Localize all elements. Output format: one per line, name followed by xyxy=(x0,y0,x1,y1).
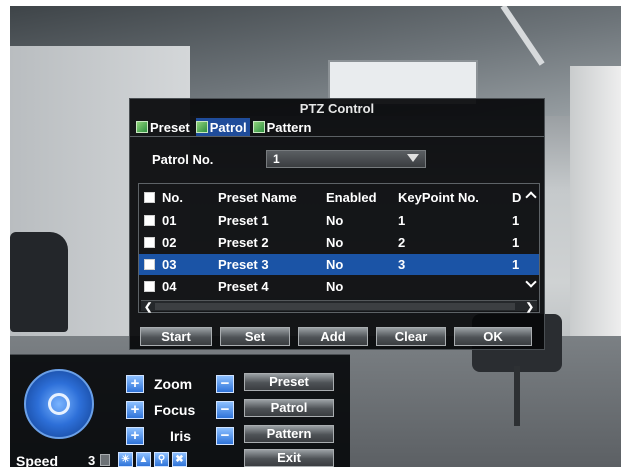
scroll-down-icon[interactable] xyxy=(525,276,537,288)
iris-open-button[interactable]: + xyxy=(126,427,144,445)
zoom-in-button[interactable]: + xyxy=(126,375,144,393)
row-no: 01 xyxy=(162,213,177,228)
row-keypoint: 1 xyxy=(398,213,406,228)
dialog-title: PTZ Control xyxy=(299,101,375,116)
tab-preset-label: Preset xyxy=(150,119,190,135)
exit-button[interactable]: Exit xyxy=(244,449,334,467)
row-no: 03 xyxy=(162,257,177,272)
horizontal-scrollbar[interactable]: ❮ ❯ xyxy=(141,300,537,313)
chair-stand xyxy=(514,366,520,426)
clear-button[interactable]: Clear xyxy=(376,327,446,346)
start-button[interactable]: Start xyxy=(140,327,212,346)
row-keypoint: 3 xyxy=(398,257,406,272)
row-enabled: No xyxy=(326,279,344,294)
speed-value: 3 xyxy=(88,453,96,468)
patrol-no-select[interactable]: 1 xyxy=(266,150,426,168)
table-row[interactable]: 02 Preset 2 No 2 1 xyxy=(139,232,539,253)
patrol-button[interactable]: Patrol xyxy=(244,399,334,417)
patrol-tab-icon xyxy=(195,121,208,133)
chevron-down-icon xyxy=(407,154,419,162)
row-d: 1 xyxy=(512,213,520,228)
scroll-left-icon[interactable]: ❮ xyxy=(144,302,152,313)
speed-spinner[interactable] xyxy=(100,454,110,466)
header-preset-name: Preset Name xyxy=(218,190,297,205)
pattern-tab-icon xyxy=(252,121,265,133)
row-enabled: No xyxy=(326,257,344,272)
header-keypoint: KeyPoint No. xyxy=(398,190,479,205)
chair-left xyxy=(10,232,68,332)
row-no: 04 xyxy=(162,279,177,294)
row-preset-name: Preset 1 xyxy=(218,213,269,228)
zoom-label: Zoom xyxy=(154,376,193,392)
focus-far-button[interactable]: − xyxy=(216,401,234,419)
patrol-no-value: 1 xyxy=(273,152,280,166)
header-no: No. xyxy=(162,190,183,205)
speed-label: Speed xyxy=(16,453,59,469)
light-icon[interactable]: ☀ xyxy=(118,452,133,467)
add-button[interactable]: Add xyxy=(298,327,368,346)
ptz-control-dialog: PTZ Control Preset Patrol Pattern Patrol… xyxy=(129,98,545,350)
direction-joystick[interactable] xyxy=(24,369,94,439)
row-no: 02 xyxy=(162,235,177,250)
row-checkbox[interactable] xyxy=(144,237,155,248)
row-enabled: No xyxy=(326,213,344,228)
row-checkbox[interactable] xyxy=(144,215,155,226)
row-d: 1 xyxy=(512,235,520,250)
row-preset-name: Preset 4 xyxy=(218,279,269,294)
table-row[interactable]: 04 Preset 4 No xyxy=(139,276,539,297)
iris-close-button[interactable]: − xyxy=(216,427,234,445)
dialog-buttons: Start Set Add Clear OK xyxy=(140,327,538,347)
row-preset-name: Preset 3 xyxy=(218,257,269,272)
row-checkbox[interactable] xyxy=(144,259,155,270)
preset-tab-icon xyxy=(136,121,148,133)
zoom-out-button[interactable]: − xyxy=(216,375,234,393)
tab-preset[interactable]: Preset xyxy=(136,118,193,136)
row-d: 1 xyxy=(512,257,520,272)
row-checkbox[interactable] xyxy=(144,281,155,292)
focus-near-button[interactable]: + xyxy=(126,401,144,419)
row-enabled: No xyxy=(326,235,344,250)
wiper-icon[interactable]: ▲ xyxy=(136,452,151,467)
preset-button[interactable]: Preset xyxy=(244,373,334,391)
tab-pattern[interactable]: Pattern xyxy=(252,118,315,136)
tab-pattern-label: Pattern xyxy=(266,119,312,135)
tab-patrol-label: Patrol xyxy=(209,119,247,135)
table-header: No. Preset Name Enabled KeyPoint No. D xyxy=(139,187,539,208)
header-enabled: Enabled xyxy=(326,190,377,205)
patrol-no-label: Patrol No. xyxy=(152,152,214,167)
iris-label: Iris xyxy=(170,428,192,444)
set-button[interactable]: Set xyxy=(220,327,290,346)
refresh-icon xyxy=(48,393,70,415)
tab-bar: Preset Patrol Pattern xyxy=(136,118,314,136)
focus-label: Focus xyxy=(154,402,196,418)
ptz-panel: + Zoom − + Focus − + Iris − Preset Patro… xyxy=(10,354,350,469)
ok-button[interactable]: OK xyxy=(454,327,532,346)
close-icon[interactable]: ✖ xyxy=(172,452,187,467)
table-row-selected[interactable]: 03 Preset 3 No 3 1 xyxy=(139,254,539,275)
scrollbar-thumb[interactable] xyxy=(155,303,515,310)
tab-patrol[interactable]: Patrol xyxy=(195,118,250,136)
patrol-table: No. Preset Name Enabled KeyPoint No. D 0… xyxy=(138,183,540,313)
zoom-search-icon[interactable]: ⚲ xyxy=(154,452,169,467)
scroll-right-icon[interactable]: ❯ xyxy=(526,302,534,313)
pattern-button[interactable]: Pattern xyxy=(244,425,334,443)
row-keypoint: 2 xyxy=(398,235,406,250)
row-preset-name: Preset 2 xyxy=(218,235,269,250)
tab-divider xyxy=(130,136,544,137)
table-row[interactable]: 01 Preset 1 No 1 1 xyxy=(139,210,539,231)
select-all-checkbox[interactable] xyxy=(144,192,155,203)
